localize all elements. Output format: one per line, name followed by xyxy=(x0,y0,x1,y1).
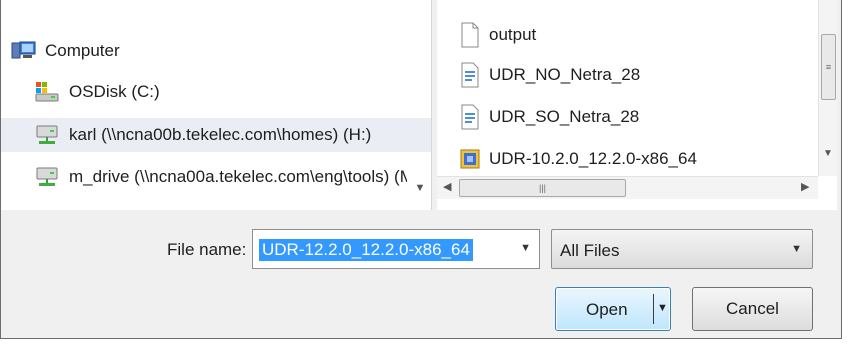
navigation-pane[interactable]: Computer OSDisk (C:) karl (\\ncna00b.tek… xyxy=(1,0,432,210)
nav-item-computer[interactable]: Computer xyxy=(11,34,431,68)
archive-file-icon xyxy=(459,146,481,172)
chevron-down-icon[interactable]: ▼ xyxy=(520,242,531,254)
nav-item-label: OSDisk (C:) xyxy=(69,82,160,101)
list-item-udr-no-netra[interactable]: UDR_NO_Netra_28 xyxy=(459,58,640,92)
horizontal-scrollbar[interactable]: ◀ ||| ▶ xyxy=(437,176,818,199)
local-disk-icon xyxy=(35,81,61,103)
blank-file-icon xyxy=(459,22,481,48)
chevron-down-icon[interactable]: ▼ xyxy=(821,148,835,159)
chevron-right-icon[interactable]: ▶ xyxy=(801,180,809,193)
nav-item-label: m_drive (\\ncna00a.tekelec.com\eng\tools… xyxy=(69,167,407,186)
file-name: UDR_SO_Netra_28 xyxy=(489,107,640,126)
nav-item-m-drive[interactable]: m_drive (\\ncna00a.tekelec.com\eng\tools… xyxy=(35,160,407,194)
scrollbar-thumb[interactable]: ≡ xyxy=(821,34,836,100)
filename-combobox[interactable]: UDR-12.2.0_12.2.0-x86_64 ▼ xyxy=(252,229,540,269)
chevron-left-icon[interactable]: ◀ xyxy=(443,180,451,193)
network-drive-icon xyxy=(35,166,61,188)
chevron-down-icon[interactable]: ▼ xyxy=(411,178,429,198)
text-file-icon xyxy=(459,104,481,130)
vertical-scrollbar[interactable]: ≡ ▼ xyxy=(818,0,837,176)
list-item-output[interactable]: output xyxy=(459,18,536,52)
filename-input[interactable]: UDR-12.2.0_12.2.0-x86_64 xyxy=(259,239,473,261)
nav-item-osdisk[interactable]: OSDisk (C:) xyxy=(35,75,431,109)
text-file-icon xyxy=(459,62,481,88)
open-button-label: Open xyxy=(586,300,628,319)
filename-label: File name: xyxy=(167,240,247,259)
cancel-button[interactable]: Cancel xyxy=(692,287,813,331)
filetype-select[interactable]: All Files ▼ xyxy=(551,229,813,269)
file-list-pane[interactable]: output UDR_NO_Netra_28 UDR_SO_Netra_28 U… xyxy=(437,0,837,210)
file-name: output xyxy=(489,25,537,44)
chevron-down-icon: ▼ xyxy=(791,243,802,255)
cancel-button-label: Cancel xyxy=(726,299,779,318)
list-item-udr-10[interactable]: UDR-10.2.0_12.2.0-x86_64 xyxy=(459,142,697,176)
file-name: UDR-10.2.0_12.2.0-x86_64 xyxy=(489,149,697,168)
nav-item-karl-drive[interactable]: karl (\\ncna00b.tekelec.com\homes) (H:) xyxy=(1,118,431,152)
nav-item-label: karl (\\ncna00b.tekelec.com\homes) (H:) xyxy=(69,125,372,144)
open-button[interactable]: Open ▼ xyxy=(555,287,671,331)
nav-item-label: Computer xyxy=(45,41,120,60)
network-drive-icon xyxy=(35,124,61,146)
split-divider xyxy=(653,294,654,324)
list-item-udr-so-netra[interactable]: UDR_SO_Netra_28 xyxy=(459,100,639,134)
filetype-value: All Files xyxy=(560,241,620,260)
file-open-dialog: Computer OSDisk (C:) karl (\\ncna00b.tek… xyxy=(0,0,842,339)
file-name: UDR_NO_Netra_28 xyxy=(489,65,641,84)
computer-icon xyxy=(11,40,37,62)
chevron-down-icon[interactable]: ▼ xyxy=(657,302,668,314)
scrollbar-thumb[interactable]: ||| xyxy=(459,179,626,197)
